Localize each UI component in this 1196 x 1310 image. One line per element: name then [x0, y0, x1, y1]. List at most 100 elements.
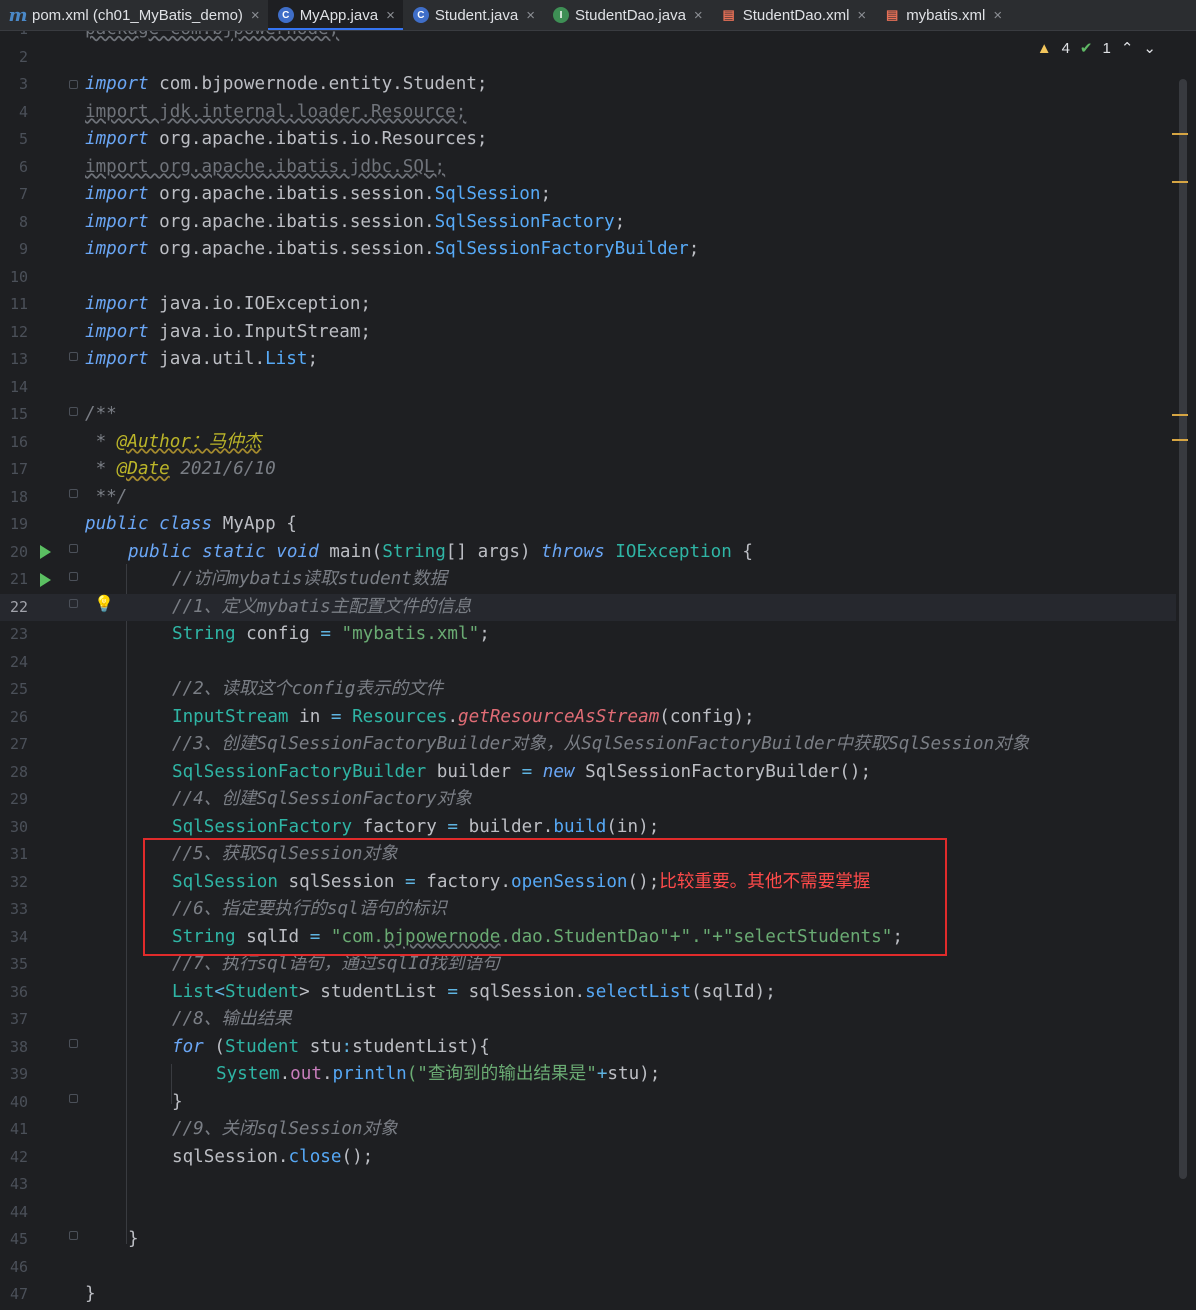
tab-label: MyApp.java — [299, 6, 379, 24]
line-number: 43 — [9, 1175, 28, 1193]
tab-studentdao-xml[interactable]: ▤ StudentDao.xml × — [711, 0, 875, 30]
tab-label: Student.java — [434, 6, 519, 24]
line-number: 4 — [18, 102, 28, 121]
code-line: **/ — [85, 486, 128, 507]
fold-icon[interactable] — [69, 407, 78, 416]
code-line: package com.bjpowernode; — [85, 31, 339, 44]
tab-label: StudentDao.xml — [742, 6, 850, 24]
line-number: 22 — [9, 597, 28, 616]
line-number: 31 — [9, 845, 28, 863]
warning-marker[interactable] — [1172, 439, 1188, 441]
line-number: 47 — [9, 1285, 28, 1303]
code-line: /** — [85, 404, 117, 424]
line-number: 27 — [9, 735, 28, 753]
tab-studentdao-java[interactable]: I StudentDao.java × — [543, 0, 711, 30]
code-line: import org.apache.ibatis.jdbc.SQL; — [85, 156, 446, 177]
fold-icon[interactable] — [69, 544, 78, 553]
code-line: //8、输出结果 — [172, 1009, 292, 1029]
line-number: 6 — [18, 157, 28, 176]
warning-marker[interactable] — [1172, 133, 1188, 135]
code-line: } — [85, 1284, 96, 1304]
line-number: 23 — [9, 625, 28, 643]
line-number: 8 — [18, 212, 28, 231]
fold-icon[interactable] — [69, 599, 78, 608]
code-line: import org.apache.ibatis.io.Resources; — [85, 129, 488, 149]
tab-student-java[interactable]: C Student.java × — [403, 0, 543, 30]
fold-icon[interactable] — [69, 572, 78, 581]
xml-file-icon: ▤ — [886, 7, 899, 22]
code-line: public static void main(String[] args) t… — [128, 541, 753, 562]
fold-icon[interactable] — [69, 352, 78, 361]
close-icon[interactable]: × — [694, 7, 703, 24]
code-line: import org.apache.ibatis.session.SqlSess… — [85, 184, 552, 204]
fold-icon[interactable] — [69, 489, 78, 498]
line-number: 17 — [9, 460, 28, 478]
fold-icon[interactable] — [69, 1094, 78, 1103]
close-icon[interactable]: × — [857, 7, 866, 24]
line-number: 24 — [9, 652, 28, 671]
line-number: 3 — [18, 75, 28, 93]
line-number: 12 — [9, 322, 28, 341]
line-number: 1 — [0, 31, 28, 44]
tab-pom-xml[interactable]: m pom.xml (ch01_MyBatis_demo) × — [0, 0, 268, 30]
line-number: 37 — [9, 1010, 28, 1028]
line-number: 30 — [9, 817, 28, 836]
line-number: 34 — [9, 927, 28, 946]
line-number: 39 — [9, 1065, 28, 1083]
line-number: 15 — [9, 405, 28, 423]
code-line: import org.apache.ibatis.session.SqlSess… — [85, 239, 700, 259]
close-icon[interactable]: × — [386, 7, 395, 24]
code-line: SqlSessionFactoryBuilder builder = new S… — [172, 761, 872, 782]
code-line: import java.util.List; — [85, 349, 319, 369]
fold-icon[interactable] — [69, 80, 78, 89]
line-number: 19 — [9, 515, 28, 533]
line-number: 35 — [9, 955, 28, 973]
code-line: InputStream in = Resources.getResourceAs… — [172, 706, 755, 727]
code-editor[interactable]: ▲4 ✔1 ⌃ ⌄ 1package com.bjpowernode; 2 3i… — [0, 31, 1196, 1310]
highlight-box — [143, 838, 947, 956]
lightbulb-icon[interactable]: 💡 — [94, 594, 114, 613]
warning-marker[interactable] — [1172, 181, 1188, 183]
close-icon[interactable]: × — [251, 7, 260, 24]
line-number: 13 — [9, 350, 28, 368]
code-line: import java.io.InputStream; — [85, 321, 372, 342]
run-main-icon[interactable] — [40, 573, 51, 587]
code-line: import java.io.IOException; — [85, 294, 372, 314]
line-number: 26 — [9, 707, 28, 726]
code-line: import com.bjpowernode.entity.Student; — [85, 74, 488, 94]
line-number: 9 — [18, 240, 28, 258]
line-number: 29 — [9, 790, 28, 808]
warning-marker[interactable] — [1172, 414, 1188, 416]
line-number: 38 — [9, 1037, 28, 1056]
line-number: 45 — [9, 1230, 28, 1248]
code-line: //2、读取这个config表示的文件 — [172, 679, 444, 699]
code-line: String config = "mybatis.xml"; — [172, 624, 490, 644]
code-line: * @Date 2021/6/10 — [85, 459, 276, 479]
code-line: for (Student stu:studentList){ — [172, 1036, 490, 1057]
tab-label: StudentDao.java — [575, 6, 686, 24]
close-icon[interactable]: × — [993, 7, 1002, 24]
line-number: 10 — [9, 267, 28, 286]
code-line: import org.apache.ibatis.session.SqlSess… — [85, 211, 626, 232]
line-number: 18 — [9, 487, 28, 506]
java-class-icon: C — [412, 7, 429, 23]
line-number: 11 — [9, 295, 28, 313]
code-line: //1、定义mybatis主配置文件的信息 — [172, 596, 472, 617]
tab-myapp-java[interactable]: C MyApp.java × — [267, 0, 403, 30]
close-icon[interactable]: × — [526, 7, 535, 24]
line-number: 40 — [9, 1092, 28, 1111]
line-number: 46 — [9, 1257, 28, 1276]
vertical-scrollbar[interactable] — [1179, 79, 1187, 1179]
xml-file-icon: ▤ — [722, 7, 735, 22]
editor-tab-bar: m pom.xml (ch01_MyBatis_demo) × C MyApp.jav… — [0, 0, 1196, 31]
maven-icon: m — [8, 4, 28, 26]
tab-mybatis-xml[interactable]: ▤ mybatis.xml × — [874, 0, 1010, 30]
run-class-icon[interactable] — [40, 545, 51, 559]
code-line: //9、关闭sqlSession对象 — [172, 1119, 398, 1139]
code-line: } — [172, 1091, 183, 1112]
line-number: 21 — [9, 570, 28, 588]
fold-icon[interactable] — [69, 1231, 78, 1240]
line-number: 41 — [9, 1120, 28, 1138]
code-line: //访问mybatis读取student数据 — [172, 569, 448, 589]
fold-icon[interactable] — [69, 1039, 78, 1048]
